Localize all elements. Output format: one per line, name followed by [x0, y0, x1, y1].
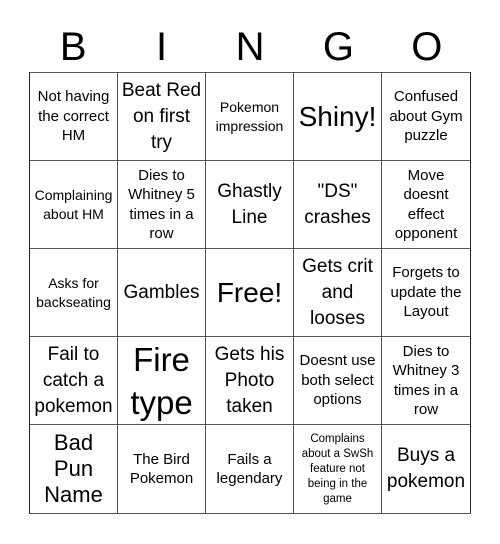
bingo-cell[interactable]: Shiny!	[294, 73, 382, 161]
bingo-cell[interactable]: Not having the correct HM	[30, 73, 118, 161]
bingo-cell-text: The Bird Pokemon	[129, 450, 194, 488]
bingo-cell-text: Complaining about HM	[34, 186, 113, 222]
bingo-cell[interactable]: Gets his Photo taken	[206, 337, 294, 425]
bingo-cell-text: Shiny!	[298, 100, 377, 132]
header-letter-b: B	[59, 25, 87, 69]
bingo-cell-text: Fail to catch a pokemon	[34, 343, 113, 417]
bingo-cell[interactable]: Bad Pun Name	[30, 425, 118, 513]
bingo-cell-text: Dies to Whitney 3 times in a row	[392, 342, 460, 419]
header-letter-g: G	[322, 25, 354, 69]
bingo-cell[interactable]: Pokemon impression	[206, 73, 294, 161]
bingo-cell-text: Forgets to update the Layout	[390, 264, 462, 321]
bingo-cell[interactable]: Fail to catch a pokemon	[30, 337, 118, 425]
bingo-grid: Not having the correct HM Beat Red on fir…	[29, 72, 471, 514]
bingo-cell-text: Asks for backseating	[36, 274, 111, 310]
bingo-cell[interactable]: Fails a legendary	[206, 425, 294, 513]
bingo-cell-text: Dies to Whitney 5 times in a row	[128, 166, 195, 243]
bingo-cell[interactable]: Asks for backseating	[30, 249, 118, 337]
bingo-cell[interactable]: Confused about Gym puzzle	[382, 73, 470, 161]
bingo-cell-text: Doesnt use both select options	[299, 352, 376, 409]
bingo-cell[interactable]: Buys a pokemon	[382, 425, 470, 513]
bingo-cell-text: Confused about Gym puzzle	[389, 88, 463, 145]
bingo-cell-text: Free!	[216, 276, 283, 308]
header-letter-i: I	[156, 25, 168, 69]
header-letter-o: O	[411, 25, 443, 69]
bingo-cell[interactable]: Beat Red on first try	[118, 73, 206, 161]
bingo-cell-text: "DS" crashes	[304, 180, 371, 228]
bingo-cell[interactable]: Gambles	[118, 249, 206, 337]
bingo-cell[interactable]: Complaining about HM	[30, 161, 118, 249]
bingo-cell-text: Gambles	[123, 281, 200, 303]
bingo-cell[interactable]: Doesnt use both select options	[294, 337, 382, 425]
bingo-cell-text: Not having the correct HM	[37, 88, 110, 145]
bingo-cell-text: Complains about a SwSh feature not being…	[301, 432, 374, 505]
bingo-cell-text: Beat Red on first try	[121, 79, 202, 153]
bingo-cell[interactable]: Dies to Whitney 3 times in a row	[382, 337, 470, 425]
bingo-cell[interactable]: Ghastly Line	[206, 161, 294, 249]
bingo-cell-text: Bad Pun Name	[44, 430, 103, 507]
bingo-cell-text: Gets his Photo taken	[214, 343, 285, 417]
bingo-cell-text: Fire type	[130, 340, 193, 421]
bingo-cell-text: Gets crit and looses	[302, 255, 373, 329]
bingo-cell[interactable]: Forgets to update the Layout	[382, 249, 470, 337]
bingo-cell[interactable]: Fire type	[118, 337, 206, 425]
bingo-cell-text: Buys a pokemon	[386, 445, 466, 492]
bingo-cell[interactable]: "DS" crashes	[294, 161, 382, 249]
bingo-cell-text: Ghastly Line	[217, 180, 282, 228]
header-letter-n: N	[235, 25, 265, 69]
bingo-cell-text: Move doesnt effect opponent	[394, 166, 458, 243]
bingo-cell[interactable]: Move doesnt effect opponent	[382, 161, 470, 249]
bingo-cell[interactable]: The Bird Pokemon	[118, 425, 206, 513]
bingo-cell[interactable]: Gets crit and looses	[294, 249, 382, 337]
bingo-cell[interactable]: Free!	[206, 249, 294, 337]
bingo-cell-text: Pokemon impression	[215, 98, 284, 134]
bingo-header: B I N G O	[29, 22, 471, 72]
bingo-cell[interactable]: Complains about a SwSh feature not being…	[294, 425, 382, 513]
bingo-cell[interactable]: Dies to Whitney 5 times in a row	[118, 161, 206, 249]
bingo-cell-text: Fails a legendary	[216, 450, 283, 488]
